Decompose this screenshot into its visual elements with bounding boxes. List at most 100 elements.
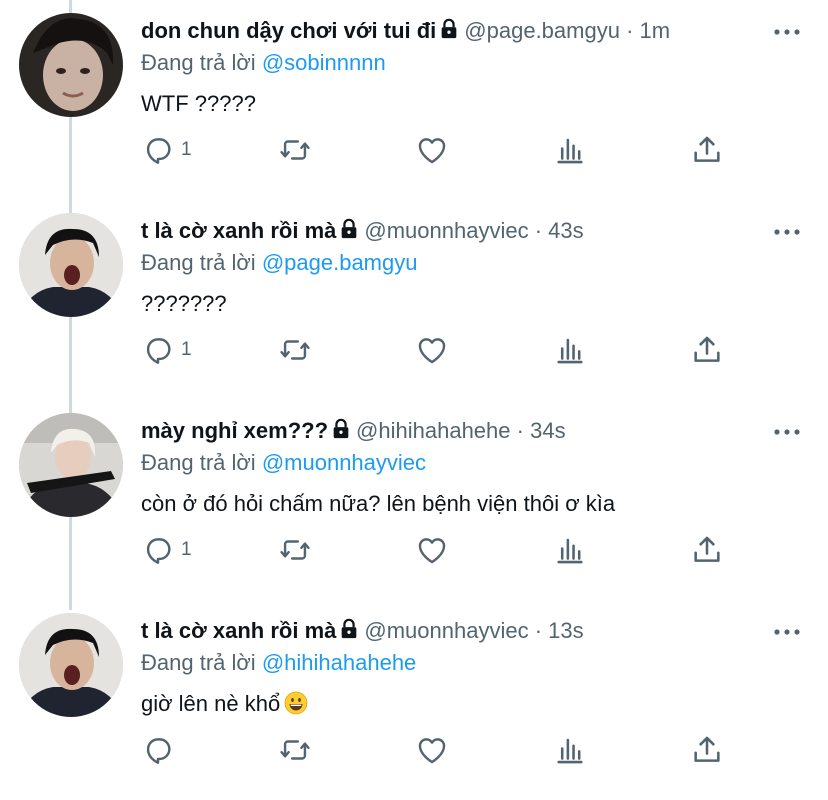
avatar[interactable]: [19, 213, 123, 317]
like-button[interactable]: [415, 531, 449, 569]
views-icon: [557, 538, 583, 564]
tweet[interactable]: t là cờ xanh rồi mà @muonnhayviec · 13s Đ…: [0, 600, 828, 800]
more-icon[interactable]: [772, 26, 802, 38]
replying-to-label: Đang trả lời: [141, 650, 256, 675]
lock-icon: [342, 618, 357, 639]
separator: ·: [516, 418, 524, 443]
separator: ·: [626, 18, 634, 43]
reply-icon: [146, 738, 171, 764]
tweet-text: giờ lên nè khổ: [141, 689, 308, 719]
heart-icon: [418, 738, 446, 764]
views-button[interactable]: [553, 531, 587, 569]
tweet[interactable]: mày nghỉ xem??? @hihihahahehe · 34s Đang …: [0, 400, 828, 600]
reply-button[interactable]: 1: [141, 131, 192, 169]
avatar[interactable]: [19, 13, 123, 117]
views-button[interactable]: [553, 331, 587, 369]
retweet-button[interactable]: [278, 331, 312, 369]
tweet-header: t là cờ xanh rồi mà @muonnhayviec · 13s: [141, 616, 584, 646]
display-name[interactable]: t là cờ xanh rồi mà: [141, 618, 336, 643]
lock-icon: [441, 18, 457, 39]
like-button[interactable]: [415, 731, 449, 769]
reply-icon: [146, 138, 171, 164]
reply-button[interactable]: 1: [141, 531, 192, 569]
retweet-icon: [280, 140, 310, 160]
username[interactable]: @muonnhayviec: [364, 218, 528, 243]
share-icon: [694, 536, 720, 562]
replying-to: Đang trả lời @sobinnnnn: [141, 48, 386, 78]
timestamp[interactable]: 43s: [548, 218, 583, 243]
timestamp[interactable]: 13s: [548, 618, 583, 643]
timestamp[interactable]: 1m: [640, 18, 671, 43]
mention-link[interactable]: @muonnhayviec: [262, 450, 426, 475]
tweet-header: t là cờ xanh rồi mà @muonnhayviec · 43s: [141, 216, 584, 246]
views-button[interactable]: [553, 731, 587, 769]
heart-icon: [418, 138, 446, 164]
mention-link[interactable]: @hihihahahehe: [262, 650, 416, 675]
action-bar: [0, 731, 828, 769]
username[interactable]: @muonnhayviec: [364, 618, 528, 643]
reply-button[interactable]: [141, 731, 181, 769]
separator: ·: [534, 218, 543, 243]
share-icon: [694, 336, 720, 362]
replying-to-label: Đang trả lời: [141, 50, 256, 75]
display-name[interactable]: mày nghỉ xem???: [141, 418, 328, 443]
reply-count: 1: [181, 339, 192, 360]
views-icon: [557, 738, 583, 764]
views-icon: [557, 338, 583, 364]
replying-to: Đang trả lời @page.bamgyu: [141, 248, 417, 278]
reply-icon: [146, 338, 171, 364]
avatar[interactable]: [19, 613, 123, 717]
action-bar: 1: [0, 331, 828, 369]
views-button[interactable]: [553, 131, 587, 169]
share-icon: [694, 736, 720, 762]
more-icon[interactable]: [772, 626, 802, 638]
lock-icon: [333, 418, 349, 439]
more-icon[interactable]: [772, 226, 802, 238]
tweet-header: don chun dậy chơi với tui đi @page.bamgyu…: [141, 16, 670, 46]
display-name[interactable]: t là cờ xanh rồi mà: [141, 218, 336, 243]
tweet-header: mày nghỉ xem??? @hihihahahehe · 34s: [141, 416, 566, 446]
reply-count: 1: [181, 139, 192, 160]
username[interactable]: @page.bamgyu: [464, 18, 620, 43]
grinning-face-emoji: [284, 691, 308, 715]
share-button[interactable]: [690, 731, 724, 769]
tweet[interactable]: don chun dậy chơi với tui đi @page.bamgyu…: [0, 0, 828, 200]
retweet-button[interactable]: [278, 731, 312, 769]
more-icon[interactable]: [772, 426, 802, 438]
tweet[interactable]: t là cờ xanh rồi mà @muonnhayviec · 43s Đ…: [0, 200, 828, 400]
action-bar: 1: [0, 131, 828, 169]
like-button[interactable]: [415, 331, 449, 369]
heart-icon: [418, 538, 446, 564]
reply-count: 1: [181, 539, 192, 560]
lock-icon: [342, 218, 357, 239]
replying-to: Đang trả lời @hihihahahehe: [141, 648, 416, 678]
like-button[interactable]: [415, 131, 449, 169]
replying-to-label: Đang trả lời: [141, 250, 256, 275]
reply-icon: [146, 538, 171, 564]
heart-icon: [418, 338, 446, 364]
timestamp[interactable]: 34s: [530, 418, 565, 443]
share-button[interactable]: [690, 331, 724, 369]
share-icon: [694, 136, 720, 162]
retweet-button[interactable]: [278, 131, 312, 169]
tweet-text: WTF ?????: [141, 91, 256, 116]
mention-link[interactable]: @page.bamgyu: [262, 250, 418, 275]
tweet-text: ???????: [141, 291, 227, 316]
replying-to-label: Đang trả lời: [141, 450, 256, 475]
tweet-text-content: giờ lên nè khổ: [141, 691, 281, 716]
separator: ·: [534, 618, 543, 643]
display-name[interactable]: don chun dậy chơi với tui đi: [141, 18, 436, 43]
retweet-icon: [280, 340, 310, 360]
views-icon: [557, 138, 583, 164]
mention-link[interactable]: @sobinnnnn: [262, 50, 386, 75]
username[interactable]: @hihihahahehe: [356, 418, 510, 443]
share-button[interactable]: [690, 131, 724, 169]
avatar[interactable]: [19, 413, 123, 517]
retweet-icon: [280, 740, 310, 760]
retweet-icon: [280, 540, 310, 560]
replying-to: Đang trả lời @muonnhayviec: [141, 448, 426, 478]
share-button[interactable]: [690, 531, 724, 569]
action-bar: 1: [0, 531, 828, 569]
reply-button[interactable]: 1: [141, 331, 192, 369]
retweet-button[interactable]: [278, 531, 312, 569]
